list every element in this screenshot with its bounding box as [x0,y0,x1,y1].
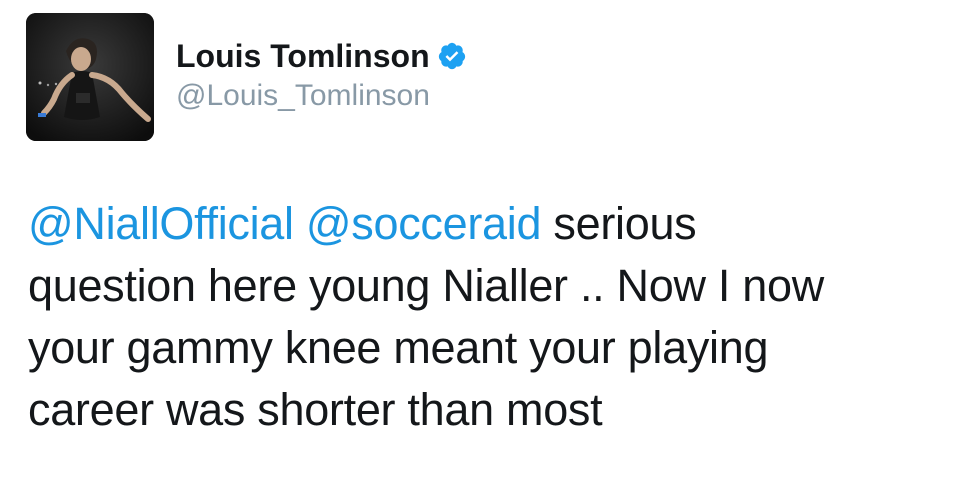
tweet-text-line: your gammy knee meant your playing [28,322,769,373]
mention-link[interactable]: @NiallOfficial [28,198,294,249]
tweet-text-line: career was shorter than most [28,384,603,435]
tweet-text: @NiallOfficial @socceraid serious questi… [28,193,948,441]
tweet-text-fragment: serious [541,198,697,249]
avatar[interactable] [26,13,154,141]
author-name-row[interactable]: Louis Tomlinson [176,36,467,76]
tweet-text-line: question here young Nialler .. Now I now [28,260,824,311]
tweet-card: Louis Tomlinson @Louis_Tomlinson @NiallO… [0,0,960,477]
avatar-photo-icon [26,13,154,141]
author-display-name[interactable]: Louis Tomlinson [176,38,430,75]
tweet-text-line: @NiallOfficial @socceraid serious [28,193,948,255]
mention-link[interactable]: @socceraid [306,198,542,249]
verified-badge-icon [437,41,467,71]
author-handle[interactable]: @Louis_Tomlinson [176,79,430,113]
